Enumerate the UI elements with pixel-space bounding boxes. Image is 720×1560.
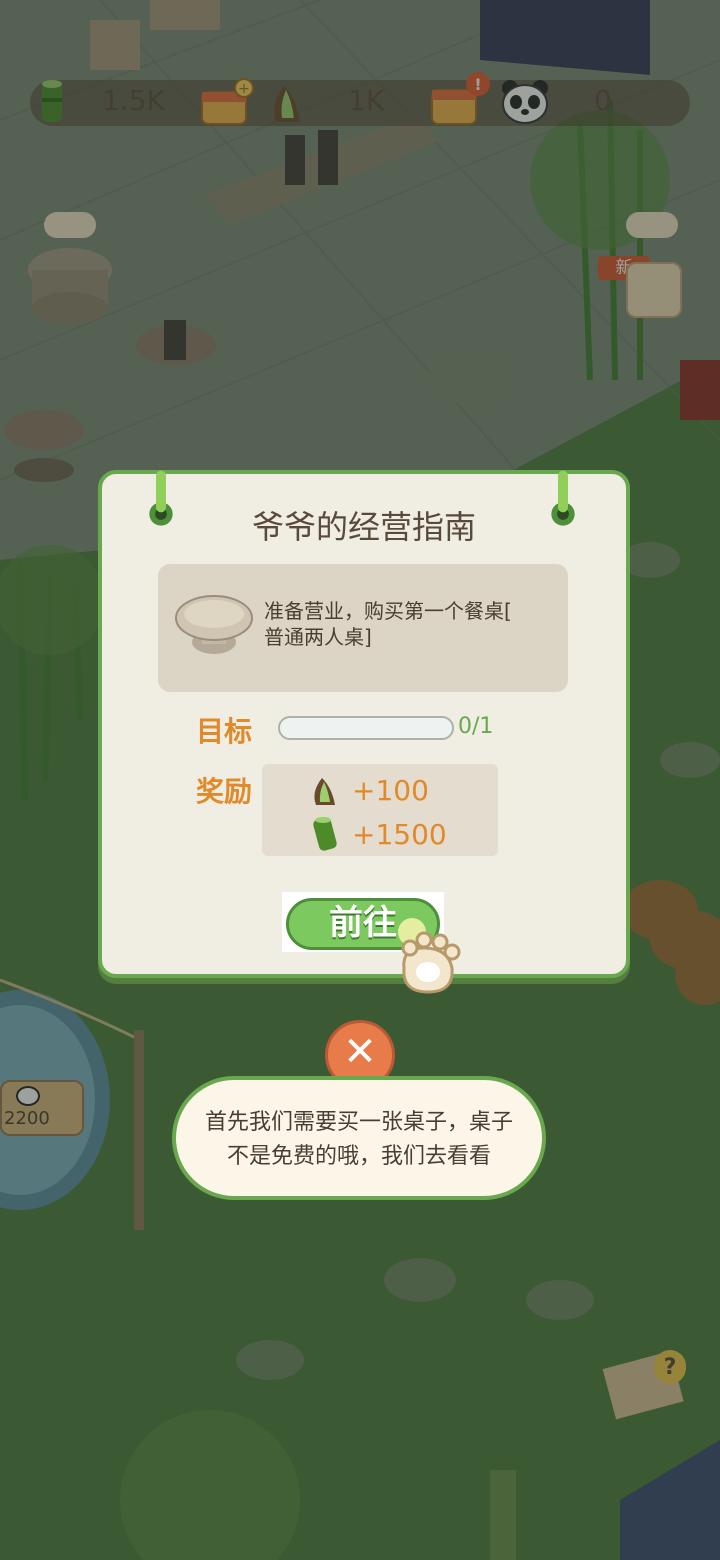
tip-line1: 首先我们需要买一张桌子，桌子 [204,1110,513,1135]
panda-sign: 2200 [0,1080,84,1136]
resource-bar: 1.5K + 1K ! 0 [0,72,720,132]
task-description-line1: 准备营业，购买第一个餐桌[ [264,599,512,623]
reward-bamboo-shoot-icon [314,778,335,805]
reward-amount-stalk: +1500 [352,818,447,851]
scene-arrow-marker-right [626,212,678,238]
panda-count: 0 [594,84,612,117]
task-description-line2: 普通两人桌] [264,625,372,649]
task-panel: 准备营业，购买第一个餐桌[ 普通两人桌] [158,564,568,692]
svg-text:+: + [238,81,250,97]
svg-text:!: ! [474,75,481,94]
tip-bubble: 首先我们需要买一张桌子，桌子 不是免费的哦，我们去看看 [172,1076,546,1200]
menu-board-icon[interactable] [626,262,682,318]
close-icon: ✕ [343,1029,377,1075]
bamboo-count: 1.5K [102,84,165,117]
guide-title: 爷爷的经营指南 [251,508,476,546]
shoot-count: 1K [348,84,385,117]
round-table-icon [175,595,253,654]
bamboo-shoot-icon [274,86,300,122]
help-question-icon[interactable]: ? [654,1352,686,1384]
panda-head-icon [16,1086,40,1106]
reward-amount-shoot: +100 [352,774,429,807]
goal-label: 目标 [196,715,253,748]
panda-icon [502,80,548,124]
shop-add-icon[interactable]: + [198,78,254,128]
round-table-1 [28,248,112,324]
reward-label: 奖励 [196,775,253,808]
sign-value: 2200 [4,1108,50,1129]
goal-count: 0/1 [458,714,494,739]
reward-list: +100 +1500 [262,764,498,856]
tip-text: 首先我们需要买一张桌子，桌子 不是免费的哦，我们去看看 [194,1106,524,1174]
scene-arrow-marker-left [44,212,96,238]
reward-bamboo-stalk-icon [313,817,337,851]
guide-card: 爷爷的经营指南 准备营业，购买第一个餐桌[ 普通两人桌] 目标 0/1 奖励 +… [98,470,630,978]
shop-alert-icon[interactable]: ! [428,70,494,128]
bamboo-stalk-icon [42,80,62,122]
tip-line2: 不是免费的哦，我们去看看 [226,1144,491,1169]
paw-pointer-icon [398,918,461,994]
goal-progress-bar [278,716,454,740]
task-description: 准备营业，购买第一个餐桌[ 普通两人桌] [264,598,554,650]
